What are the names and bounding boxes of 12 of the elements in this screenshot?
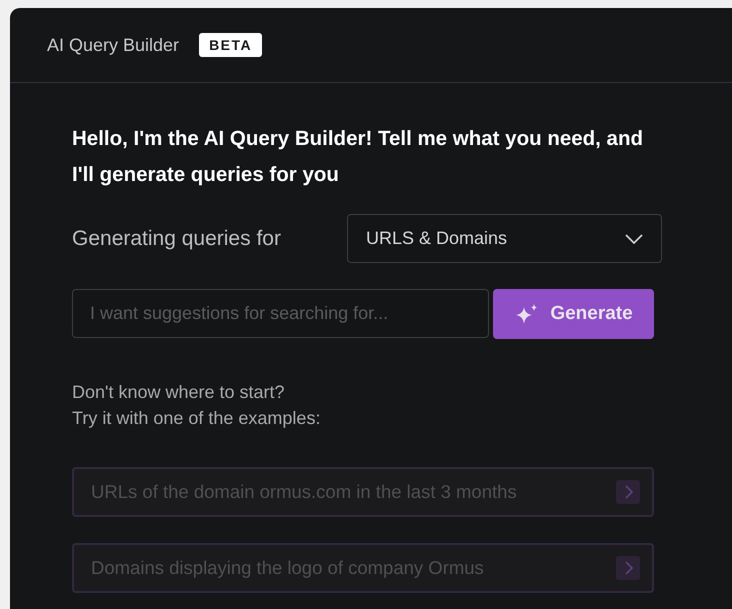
target-dropdown[interactable]: URLS & Domains bbox=[347, 214, 662, 263]
window-title: AI Query Builder bbox=[47, 34, 180, 56]
query-input[interactable]: I want suggestions for searching for... bbox=[72, 289, 489, 338]
chevron-right-icon bbox=[616, 556, 640, 580]
help-text: Don't know where to start? bbox=[72, 381, 286, 404]
chevron-right-icon bbox=[616, 480, 640, 504]
generate-button[interactable]: Generate bbox=[493, 289, 654, 339]
intro-text: Hello, I'm the AI Query Builder! Tell me what you need, and I'll generate queries for you bbox=[72, 126, 644, 188]
help-text: Try it with one of the examples: bbox=[72, 407, 322, 430]
chevron-down-icon bbox=[625, 234, 643, 244]
target-label: Generating queries for bbox=[72, 226, 281, 250]
beta-badge: BETA bbox=[199, 33, 262, 57]
